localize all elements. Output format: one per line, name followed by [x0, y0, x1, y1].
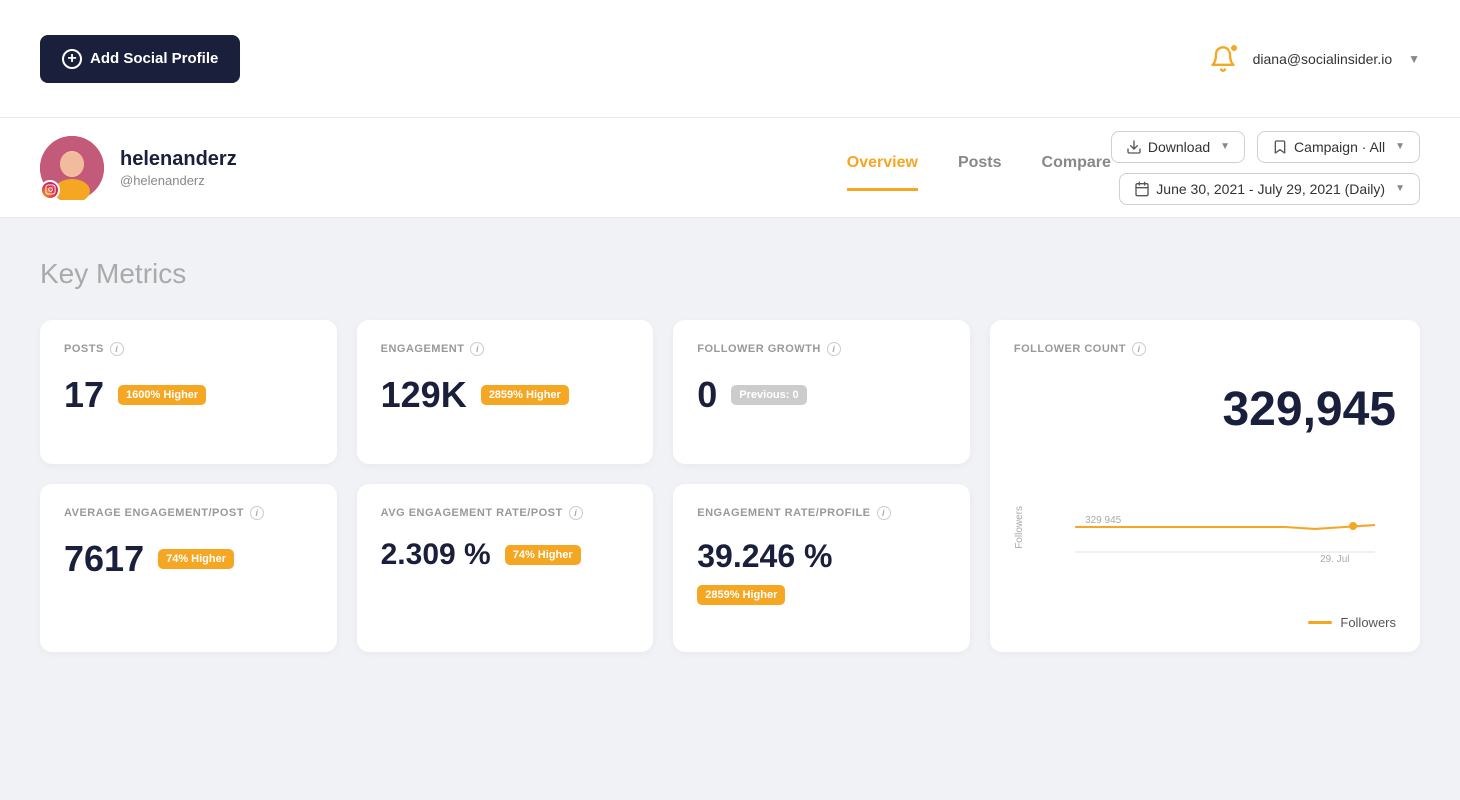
- calendar-icon: [1134, 181, 1150, 197]
- engagement-value-row: 129K 2859% Higher: [381, 374, 630, 416]
- avg-engagement-post-value: 7617: [64, 538, 144, 580]
- plus-icon: +: [62, 49, 82, 69]
- engagement-rate-profile-value-row: 39.246 % 2859% Higher: [697, 538, 946, 605]
- add-profile-label: Add Social Profile: [90, 50, 218, 67]
- download-caret: ▼: [1220, 141, 1230, 152]
- avg-engagement-post-label: AVERAGE ENGAGEMENT/POST i: [64, 506, 313, 520]
- avg-engagement-rate-post-badge: 74% Higher: [505, 545, 581, 565]
- date-range-label: June 30, 2021 - July 29, 2021 (Daily): [1156, 181, 1385, 197]
- engagement-card: ENGAGEMENT i 129K 2859% Higher: [357, 320, 654, 464]
- follower-count-label: FOLLOWER COUNT i: [1014, 342, 1396, 356]
- avg-engagement-rate-post-info-icon[interactable]: i: [569, 506, 583, 520]
- campaign-label: Campaign · All: [1294, 139, 1385, 155]
- posts-card: POSTS i 17 1600% Higher: [40, 320, 337, 464]
- engagement-rate-profile-value: 39.246 %: [697, 538, 832, 575]
- chart-legend: Followers: [1014, 615, 1396, 630]
- follower-count-chart: Followers 329 945 29. Jul: [1014, 447, 1396, 607]
- chart-data-point: [1349, 522, 1357, 530]
- tab-posts[interactable]: Posts: [958, 154, 1002, 191]
- legend-label: Followers: [1340, 615, 1396, 630]
- add-profile-button[interactable]: + Add Social Profile: [40, 35, 240, 83]
- follower-count-info-icon[interactable]: i: [1132, 342, 1146, 356]
- engagement-info-icon[interactable]: i: [470, 342, 484, 356]
- campaign-button[interactable]: Campaign · All ▼: [1257, 131, 1420, 163]
- follower-chart-svg: 329 945 29. Jul: [1034, 447, 1416, 577]
- download-icon: [1126, 139, 1142, 155]
- notification-dot: [1229, 43, 1239, 53]
- toolbar-row-1: Download ▼ Campaign · All ▼: [1111, 131, 1420, 163]
- date-range-button[interactable]: June 30, 2021 - July 29, 2021 (Daily) ▼: [1119, 173, 1420, 205]
- campaign-caret: ▼: [1395, 141, 1405, 152]
- engagement-rate-profile-badge: 2859% Higher: [697, 585, 785, 605]
- download-label: Download: [1148, 139, 1210, 155]
- top-nav: + Add Social Profile diana@socialinsider…: [0, 0, 1460, 118]
- chart-y-axis-label: Followers: [1014, 506, 1025, 549]
- tab-compare[interactable]: Compare: [1042, 154, 1111, 191]
- engagement-rate-profile-label: ENGAGEMENT RATE/PROFILE i: [697, 506, 946, 520]
- posts-badge: 1600% Higher: [118, 385, 206, 405]
- engagement-label: ENGAGEMENT i: [381, 342, 630, 356]
- notification-bell-icon[interactable]: [1205, 41, 1241, 77]
- svg-text:329 945: 329 945: [1085, 515, 1122, 526]
- date-range-caret: ▼: [1395, 183, 1405, 194]
- user-info: diana@socialinsider.io ▼: [1205, 41, 1420, 77]
- profile-name: helenanderz: [120, 148, 787, 171]
- instagram-badge: [40, 180, 60, 200]
- user-email: diana@socialinsider.io: [1253, 51, 1393, 67]
- posts-value: 17: [64, 374, 104, 416]
- toolbar-right: Download ▼ Campaign · All ▼ June 30, 20: [1111, 131, 1420, 205]
- follower-count-card: FOLLOWER COUNT i 329,945 Followers: [990, 320, 1420, 652]
- follower-count-value: 329,945: [1014, 382, 1396, 437]
- profile-header: helenanderz @helenanderz Overview Posts …: [0, 118, 1460, 218]
- avg-engagement-post-value-row: 7617 74% Higher: [64, 538, 313, 580]
- avg-engagement-rate-post-card: AVG ENGAGEMENT RATE/POST i 2.309 % 74% H…: [357, 484, 654, 653]
- profile-handle: @helenanderz: [120, 173, 787, 188]
- profile-info: helenanderz @helenanderz: [120, 148, 787, 188]
- posts-label: POSTS i: [64, 342, 313, 356]
- main-content: Key Metrics POSTS i 17 1600% Higher ENGA…: [0, 218, 1460, 692]
- toolbar-row-2: June 30, 2021 - July 29, 2021 (Daily) ▼: [1119, 173, 1420, 205]
- section-title: Key Metrics: [40, 258, 1420, 290]
- follower-growth-card: FOLLOWER GROWTH i 0 Previous: 0: [673, 320, 970, 464]
- avg-engagement-post-card: AVERAGE ENGAGEMENT/POST i 7617 74% Highe…: [40, 484, 337, 653]
- avg-engagement-post-badge: 74% Higher: [158, 549, 234, 569]
- follower-growth-label: FOLLOWER GROWTH i: [697, 342, 946, 356]
- avg-engagement-post-info-icon[interactable]: i: [250, 506, 264, 520]
- posts-value-row: 17 1600% Higher: [64, 374, 313, 416]
- user-dropdown-arrow[interactable]: ▼: [1408, 52, 1420, 66]
- avg-engagement-rate-post-label: AVG ENGAGEMENT RATE/POST i: [381, 506, 630, 520]
- follower-growth-value: 0: [697, 374, 717, 416]
- legend-line: [1308, 621, 1332, 624]
- profile-tabs: Overview Posts Compare: [847, 144, 1111, 191]
- engagement-rate-profile-info-icon[interactable]: i: [877, 506, 891, 520]
- follower-growth-info-icon[interactable]: i: [827, 342, 841, 356]
- engagement-value: 129K: [381, 374, 467, 416]
- posts-info-icon[interactable]: i: [110, 342, 124, 356]
- svg-text:29. Jul: 29. Jul: [1320, 554, 1349, 565]
- avg-engagement-rate-post-value: 2.309 %: [381, 538, 491, 572]
- engagement-rate-profile-card: ENGAGEMENT RATE/PROFILE i 39.246 % 2859%…: [673, 484, 970, 653]
- bookmark-icon: [1272, 139, 1288, 155]
- tab-overview[interactable]: Overview: [847, 154, 918, 191]
- avg-engagement-rate-post-value-row: 2.309 % 74% Higher: [381, 538, 630, 572]
- engagement-badge: 2859% Higher: [481, 385, 569, 405]
- follower-growth-value-row: 0 Previous: 0: [697, 374, 946, 416]
- download-button[interactable]: Download ▼: [1111, 131, 1245, 163]
- follower-growth-badge: Previous: 0: [731, 385, 806, 405]
- profile-avatar: [40, 136, 104, 200]
